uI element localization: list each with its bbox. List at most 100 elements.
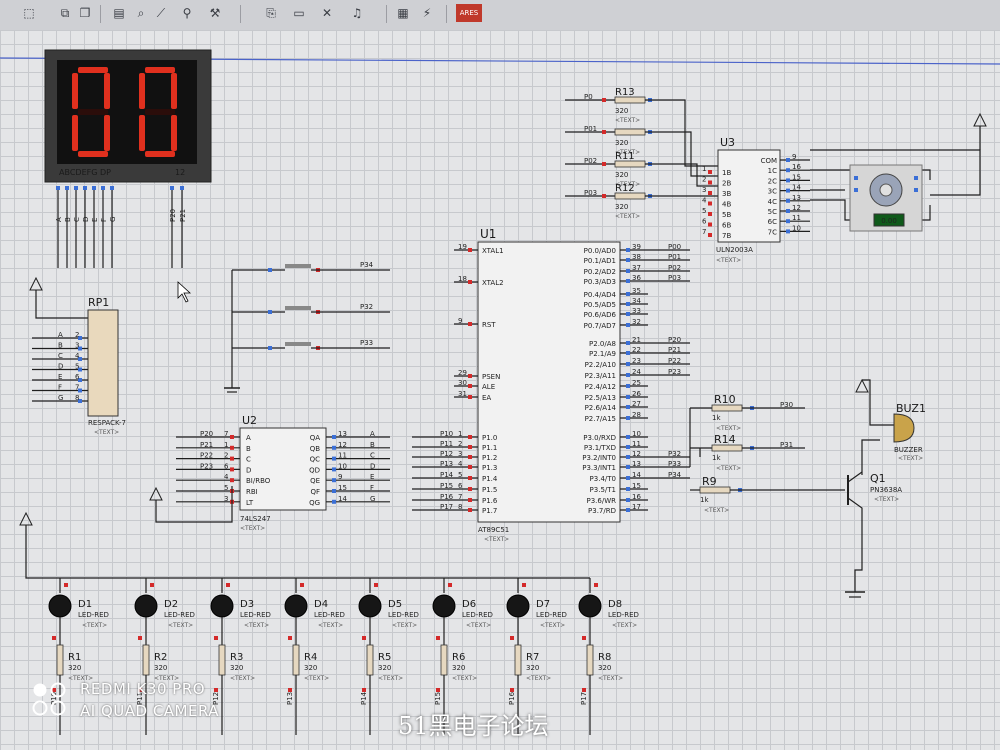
u1-right-net: P34 [668,471,682,479]
paste-icon[interactable]: ❐ [76,4,94,22]
flash-icon[interactable]: ⚡ [418,4,436,22]
led-text: <TEXT> [244,622,269,629]
push-button-2 [285,306,311,310]
netlist-icon[interactable]: ⎘ [262,4,280,22]
schematic-canvas[interactable]: ABCDEFG DP 12 A B C D E F G P20 P21 RP1 RESPACK-7 <TE… [0,30,1000,750]
site-watermark: 51黑电子论坛 [398,712,549,740]
u2-right-pin: QF [310,488,320,496]
u1-left-pin: P1.6 [482,497,498,505]
page-icon[interactable]: ▭ [290,4,308,22]
segment-f [72,73,78,109]
pin-marker [332,478,336,483]
pin-marker [468,395,472,399]
rp1-net-label: E [58,373,62,381]
q1-text: <TEXT> [874,496,899,503]
led-type: LED-RED [388,611,419,619]
led-res-text: <TEXT> [230,675,255,682]
rp1-pin-number: 7 [75,384,79,392]
u1-right-pin: P2.3/A11 [585,372,616,380]
u1-left-pin: P1.0 [482,434,497,442]
pin-marker [288,688,292,692]
u1-right-net: P21 [668,346,681,354]
pin-marker [268,268,272,272]
led-res-value: 320 [526,664,539,672]
pin-marker [468,476,472,480]
u2-left-pin: B [246,445,251,453]
pin-marker [510,636,514,640]
button-net-label: P33 [360,339,373,347]
u1-left-pin: P1.3 [482,464,497,472]
u2-right-pin: QA [310,434,321,442]
u2-right-pin: QG [309,499,320,507]
u2-left-net: P20 [200,430,213,438]
wire-icon[interactable]: ⟋ [152,4,170,22]
led-res-text: <TEXT> [304,675,329,682]
r-mid-net: P31 [780,441,793,449]
led-d6 [432,594,456,618]
u1-left-num: 7 [458,493,462,501]
u3-left-num: 7 [702,228,706,236]
q1-type: PN3638A [870,486,902,494]
u1-left-pin: PSEN [482,373,500,381]
r-top-value: 320 [615,139,628,147]
pin-marker [522,583,526,587]
pin-marker [214,636,218,640]
u1-right-pin: P2.0/A8 [589,340,616,348]
block-icon[interactable]: ▤ [110,4,128,22]
pin-marker [786,198,790,203]
led-type: LED-RED [78,611,109,619]
buzzer-text: <TEXT> [898,455,923,462]
u1-right-pin: P0.2/AD2 [584,268,616,276]
u3-right-num: 9 [792,153,796,161]
segment-net-label: A [55,217,63,222]
zoom-icon[interactable]: ⌕ [132,4,150,22]
motor-readout-value: 0.00 [881,217,897,225]
r-top-net: P03 [584,189,597,197]
u1-left-num: 31 [458,390,467,398]
u2-right-net: F [370,484,374,492]
u1-right-net: P22 [668,357,681,365]
buzzer [893,413,915,443]
led-d8 [578,594,602,618]
led-text: <TEXT> [82,622,107,629]
led-ref: D3 [240,599,254,610]
rp1-type: RESPACK-7 [88,419,126,427]
pin-marker [786,188,790,193]
pin-marker [626,258,630,262]
pin-marker [708,222,712,227]
pin-marker [786,219,790,224]
led-res-text: <TEXT> [526,675,551,682]
u1-right-pin: P2.5/A13 [585,394,616,402]
search-icon[interactable]: ⚲ [178,4,196,22]
segment-b [104,73,110,109]
u2-right-net: A [370,430,375,438]
u3-right-num: 13 [792,194,801,202]
segment-b [171,73,177,109]
pin-marker [786,178,790,183]
u2-ref: U2 [242,414,257,427]
tools-icon[interactable]: ⚒ [206,4,224,22]
sound-icon[interactable]: ♫ [348,4,366,22]
u1-left-num: 2 [458,440,462,448]
buzzer-type: BUZZER [894,446,923,454]
segment-c [104,115,110,151]
led-res-ref: R3 [230,652,243,663]
u3-left-num: 4 [702,197,707,205]
u3-right-num: 14 [792,184,801,192]
r-mid-value: 1k [712,414,721,422]
pin-marker [626,292,630,296]
pin-marker [626,487,630,491]
report-icon[interactable]: ▦ [394,4,412,22]
pin-marker [64,583,68,587]
schematic-drawing: ABCDEFG DP 12A B C D E F G P20 P21RP1RESPACK-7<TE… [0,49,1000,735]
select-icon[interactable]: ⬚ [20,4,38,22]
copy-icon[interactable]: ⧉ [56,4,74,22]
pin-marker [626,405,630,409]
u1-right-num: 36 [632,274,641,282]
u2-right-num: 10 [338,462,347,470]
pin-marker [582,688,586,692]
u1-left-num: 1 [458,430,462,438]
delete-icon[interactable]: ✕ [318,4,336,22]
ares-icon[interactable]: ARES [456,4,482,22]
u1-right-num: 26 [632,390,641,398]
